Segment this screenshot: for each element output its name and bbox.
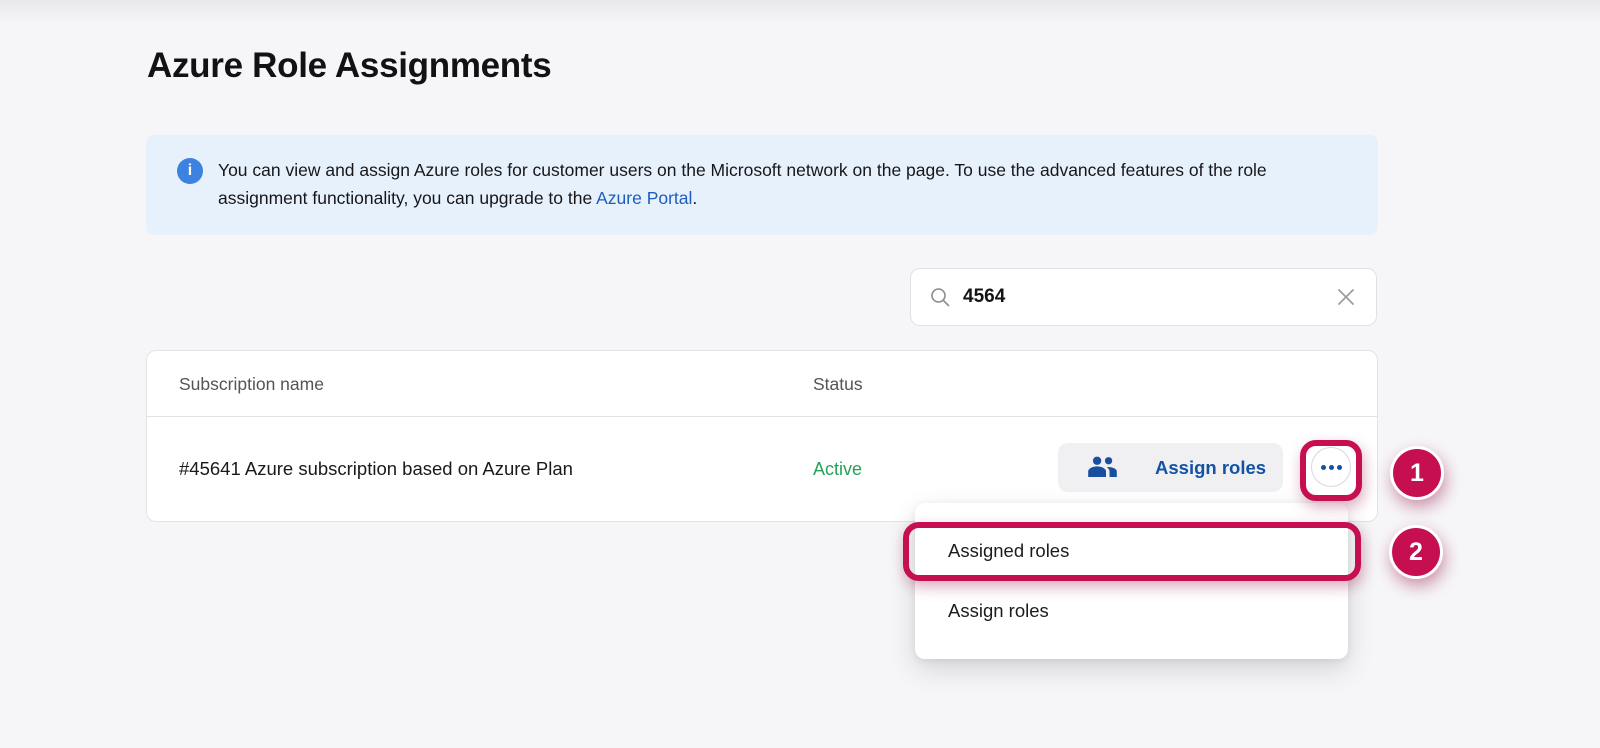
search-input[interactable] — [963, 286, 1332, 308]
annotation-box-1 — [1300, 440, 1362, 501]
column-header-subscription-name: Subscription name — [179, 351, 324, 417]
info-banner: i You can view and assign Azure roles fo… — [146, 135, 1378, 235]
banner-text: You can view and assign Azure roles for … — [218, 156, 1346, 212]
clear-search-icon[interactable] — [1332, 283, 1360, 311]
table-header-row: Subscription name Status — [147, 351, 1377, 417]
annotation-badge-1: 1 — [1390, 446, 1444, 500]
azure-portal-link[interactable]: Azure Portal — [596, 188, 692, 208]
banner-text-before-link: You can view and assign Azure roles for … — [218, 160, 1267, 208]
column-header-status: Status — [813, 351, 863, 417]
assign-roles-button-label: Assign roles — [1155, 457, 1266, 479]
magnifier-icon — [929, 286, 951, 308]
people-icon — [1086, 454, 1119, 481]
banner-text-after-link: . — [692, 188, 697, 208]
annotation-badge-2: 2 — [1389, 525, 1443, 579]
search-box[interactable] — [910, 268, 1377, 326]
top-gradient — [0, 0, 1600, 24]
dropdown-item-assign-roles[interactable]: Assign roles — [915, 581, 1348, 641]
annotation-box-2 — [903, 522, 1361, 581]
subscription-name-cell: #45641 Azure subscription based on Azure… — [179, 417, 573, 521]
assign-roles-button[interactable]: Assign roles — [1058, 443, 1283, 492]
page-title: Azure Role Assignments — [147, 46, 551, 86]
info-icon: i — [177, 158, 203, 184]
status-badge: Active — [813, 417, 862, 521]
subscriptions-table: Subscription name Status #45641 Azure su… — [146, 350, 1378, 522]
